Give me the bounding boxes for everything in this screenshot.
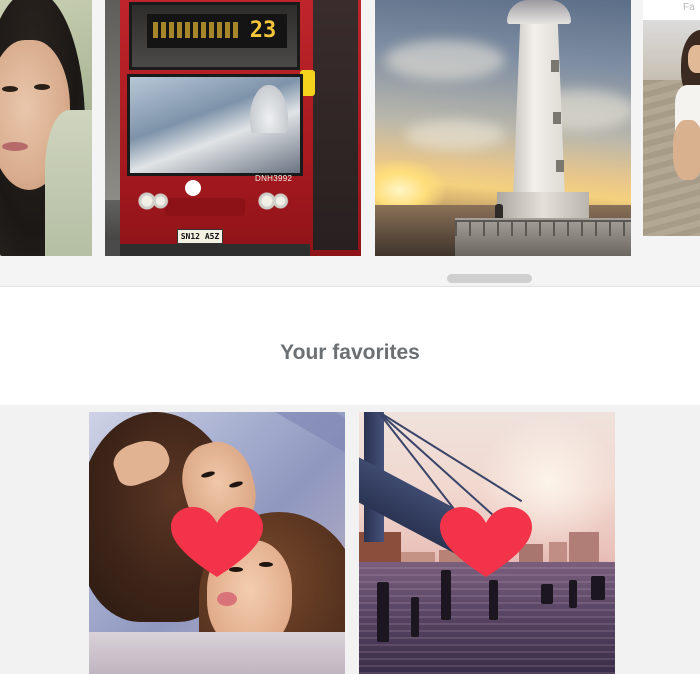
carousel-photo-partial[interactable]: Fa xyxy=(643,0,700,256)
carousel-photo-portrait[interactable] xyxy=(0,0,92,256)
favorite-photo-bridge[interactable] xyxy=(359,412,615,674)
photo-carousel[interactable]: 23 DNH3992 SN12 A5Z Fa xyxy=(0,0,700,284)
heart-icon[interactable] xyxy=(169,507,265,579)
partial-tile-label: Fa xyxy=(683,2,695,13)
carousel-photo-lighthouse[interactable] xyxy=(375,0,631,256)
bus-plate: SN12 A5Z xyxy=(177,229,223,244)
carousel-scrollbar[interactable] xyxy=(0,270,700,284)
favorites-grid xyxy=(0,405,700,674)
favorites-title: Your favorites xyxy=(280,341,420,364)
favorites-header: Your favorites xyxy=(0,286,700,405)
carousel-photo-bus[interactable]: 23 DNH3992 SN12 A5Z xyxy=(105,0,361,256)
carousel-scrollbar-thumb[interactable] xyxy=(447,274,532,283)
heart-icon[interactable] xyxy=(438,507,534,579)
bus-reg-code: DNH3992 xyxy=(255,174,293,183)
bus-route-number: 23 xyxy=(249,18,277,43)
favorite-photo-selfie[interactable] xyxy=(89,412,345,674)
